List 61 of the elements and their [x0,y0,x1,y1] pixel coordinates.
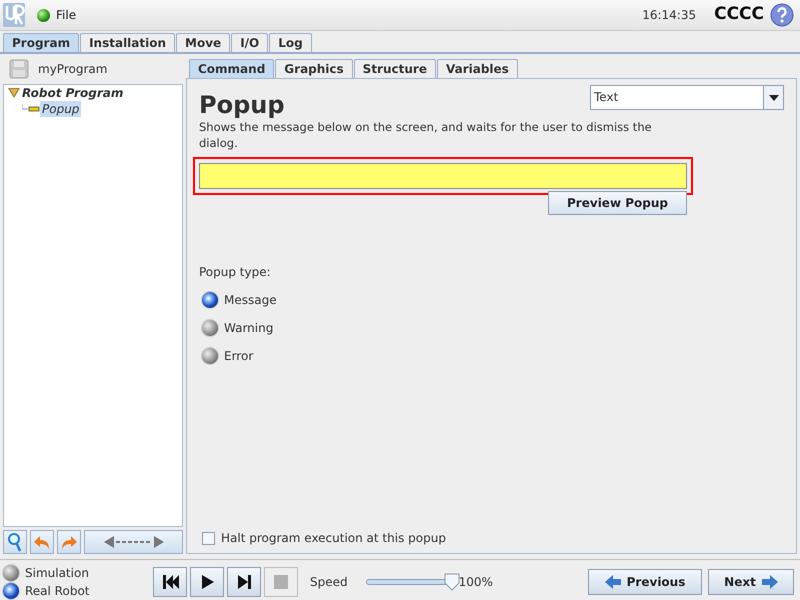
main-tab[interactable]: I/O [231,33,268,52]
sub-tab[interactable]: Variables [436,59,518,78]
checkbox-label: Halt program execution at this popup [221,530,446,547]
radio-button[interactable] [202,348,218,364]
search-button[interactable] [3,530,27,554]
undo-arrow-icon [33,534,51,550]
status-light-icon [37,8,50,22]
main-tab[interactable]: Installation [80,33,176,52]
double-arrow-icon [104,536,164,548]
mode-label: Real Robot [25,582,90,600]
main-tab[interactable]: Program [3,33,80,52]
mode-radio-button[interactable] [3,564,19,580]
speed-label: Speed [310,574,348,590]
right-arrow-icon [762,574,778,588]
checkbox[interactable] [202,532,215,544]
robot-name: CCCC [714,3,764,26]
tree-item[interactable]: Popup [40,101,82,117]
help-icon[interactable] [770,3,794,27]
mode-label: Simulation [25,564,89,582]
skip-back-icon [161,572,179,590]
sub-tab[interactable]: Structure [354,59,436,78]
caret-icon [768,94,778,100]
redo-arrow-icon [60,534,78,550]
slider-thumb[interactable] [444,572,460,590]
move-arrows-button[interactable] [84,530,183,554]
description-text: Shows the message below on the screen, and waits for the user to dismiss the dialog. [199,119,653,151]
radio-label: Message [224,292,277,309]
logo-icon [3,3,25,27]
stop-icon [272,572,290,590]
step-forward-icon [235,572,253,590]
next-button[interactable]: Next [708,568,794,594]
popup-type-label: Popup type: [199,264,272,281]
radio-button[interactable] [202,292,218,308]
sub-tab[interactable]: Command [189,59,274,78]
step-forward-button[interactable] [227,566,261,596]
play-button[interactable] [190,566,224,596]
undo-button[interactable] [30,530,54,554]
previous-button[interactable]: Previous [588,568,702,594]
message-field[interactable] [193,157,693,195]
popup-node-icon [22,104,40,114]
type-dropdown[interactable]: Text [590,85,784,110]
mode-radio-button[interactable] [3,582,19,598]
redo-button[interactable] [57,530,81,554]
preview-popup-button[interactable]: Preview Popup [548,191,687,215]
search-icon [7,532,23,552]
radio-label: Warning [224,320,274,337]
skip-back-button[interactable] [153,566,187,596]
file-menu[interactable]: File [56,6,76,24]
main-tab[interactable]: Move [176,33,230,52]
sub-tab[interactable]: Graphics [275,59,353,78]
main-tab[interactable]: Log [269,33,312,52]
left-arrow-icon [604,574,621,588]
radio-label: Error [224,348,254,365]
program-name: myProgram [38,61,108,78]
save-icon[interactable] [9,59,29,79]
speed-value: 100% [458,574,493,590]
clock-time: 16:14:35 [642,7,696,24]
command-title: Popup [199,91,285,119]
tree-expander-icon[interactable] [8,88,20,98]
tree-item[interactable]: Robot Program [20,85,126,101]
radio-button[interactable] [202,320,218,336]
